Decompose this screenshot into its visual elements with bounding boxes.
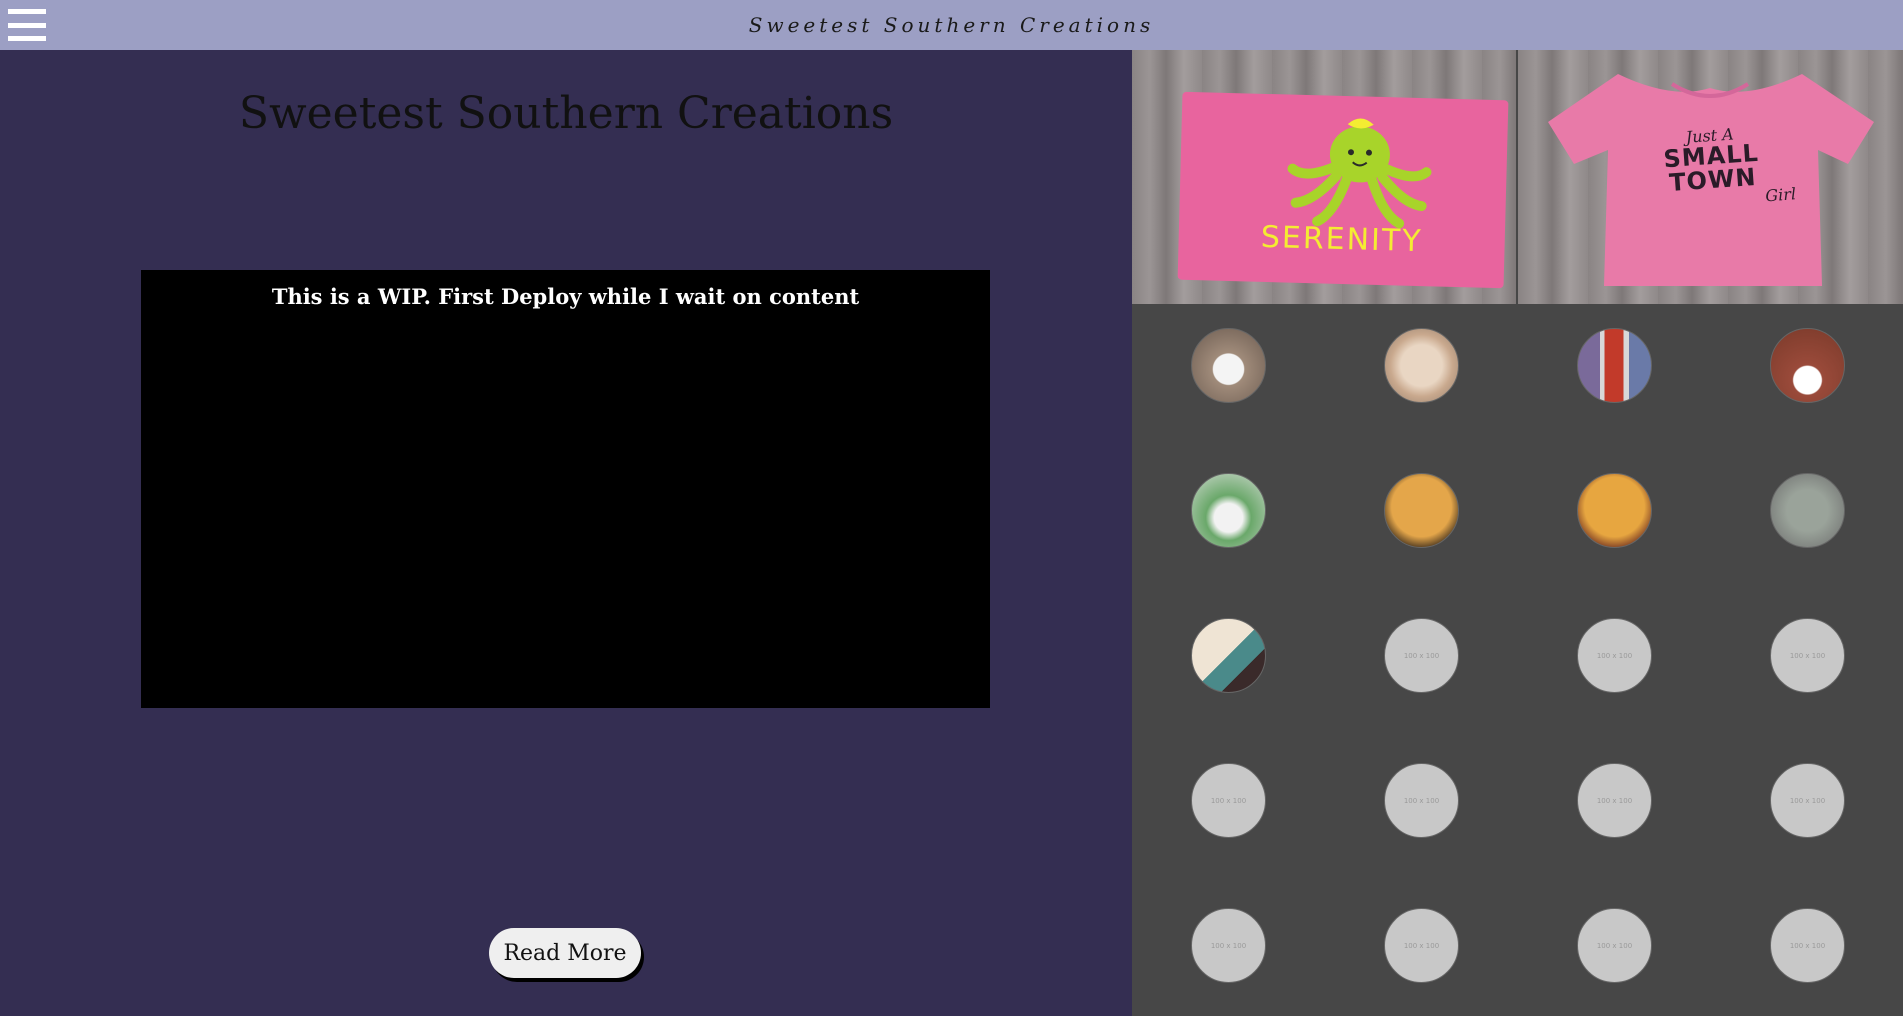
octopus-icon [1287,118,1432,229]
thumbnail-grid: 100 x 100 100 x 100 100 x 100 100 x 100 … [1132,304,1903,1016]
thumbnail-placeholder[interactable]: 100 x 100 [1770,618,1845,693]
main-panel: Sweetest Southern Creations This is a WI… [0,50,1132,1016]
towel-graphic: SERENITY [1177,91,1509,289]
brand-title: Sweetest Southern Creations [748,13,1155,37]
thumbnail-big-sister-shirts[interactable] [1191,618,1266,693]
page-title: Sweetest Southern Creations [238,88,894,139]
thumbnail-placeholder[interactable]: 100 x 100 [1577,908,1652,983]
shirt-slogan: Just A SMALL TOWN Girl [1619,122,1804,214]
thumbnail-grey-shirt[interactable] [1770,473,1845,548]
hero-image-shirt[interactable]: Just A SMALL TOWN Girl [1518,50,1903,304]
video-player[interactable]: This is a WIP. First Deploy while I wait… [141,270,990,708]
thumbnail-placeholder[interactable]: 100 x 100 [1384,618,1459,693]
thumbnail-placeholder[interactable]: 100 x 100 [1577,763,1652,838]
thumbnail-placeholder[interactable]: 100 x 100 [1577,618,1652,693]
hero-image-towel[interactable]: SERENITY [1132,50,1516,304]
thumbnail-placeholder[interactable]: 100 x 100 [1191,763,1266,838]
video-caption: This is a WIP. First Deploy while I wait… [271,284,860,309]
thumbnail-kiss-emoji-pillow[interactable] [1384,473,1459,548]
thumbnail-kid-shirt[interactable] [1191,473,1266,548]
thumbnail-placeholder[interactable]: 100 x 100 [1384,763,1459,838]
top-navbar: Sweetest Southern Creations [0,0,1903,50]
thumbnail-placeholder[interactable]: 100 x 100 [1384,908,1459,983]
thumbnail-placeholder[interactable]: 100 x 100 [1191,908,1266,983]
towel-name-text: SERENITY [1260,219,1424,260]
thumbnail-girl-shirt[interactable] [1770,328,1845,403]
thumbnail-snoopy-mug[interactable] [1191,328,1266,403]
thumbnail-placeholder[interactable]: 100 x 100 [1770,908,1845,983]
thumbnail-placeholder[interactable]: 100 x 100 [1770,763,1845,838]
thumbnail-tumblers[interactable] [1577,328,1652,403]
gallery-panel: SERENITY Just A SMALL TOWN Girl 100 x 10… [1132,50,1903,1016]
read-more-button[interactable]: Read More [489,928,641,978]
thumbnail-name-sign[interactable] [1384,328,1459,403]
thumbnail-wink-emoji-pillow[interactable] [1577,473,1652,548]
